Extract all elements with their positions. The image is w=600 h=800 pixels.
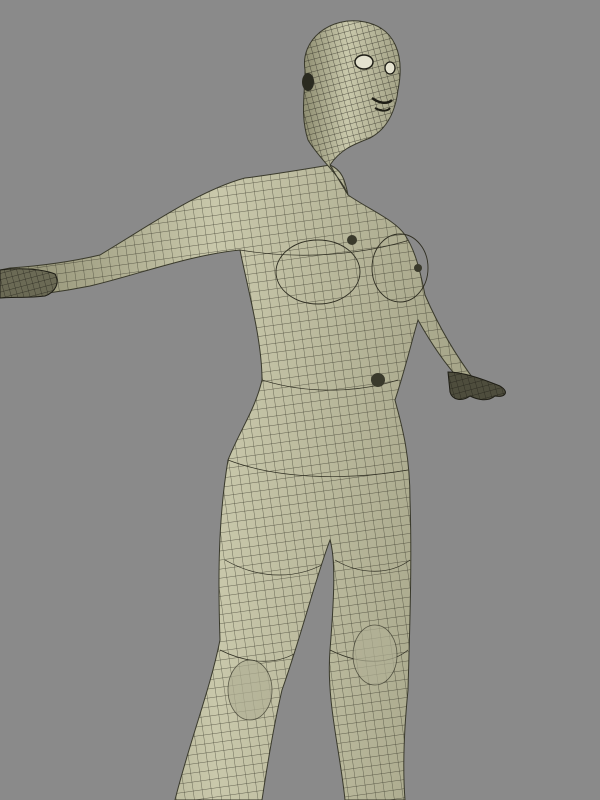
3d-viewport[interactable] <box>0 0 600 800</box>
body-mesh <box>0 164 480 800</box>
wireframe-figure <box>0 20 506 800</box>
right-hand-mesh <box>447 371 506 401</box>
left-hand-mesh <box>0 268 58 299</box>
